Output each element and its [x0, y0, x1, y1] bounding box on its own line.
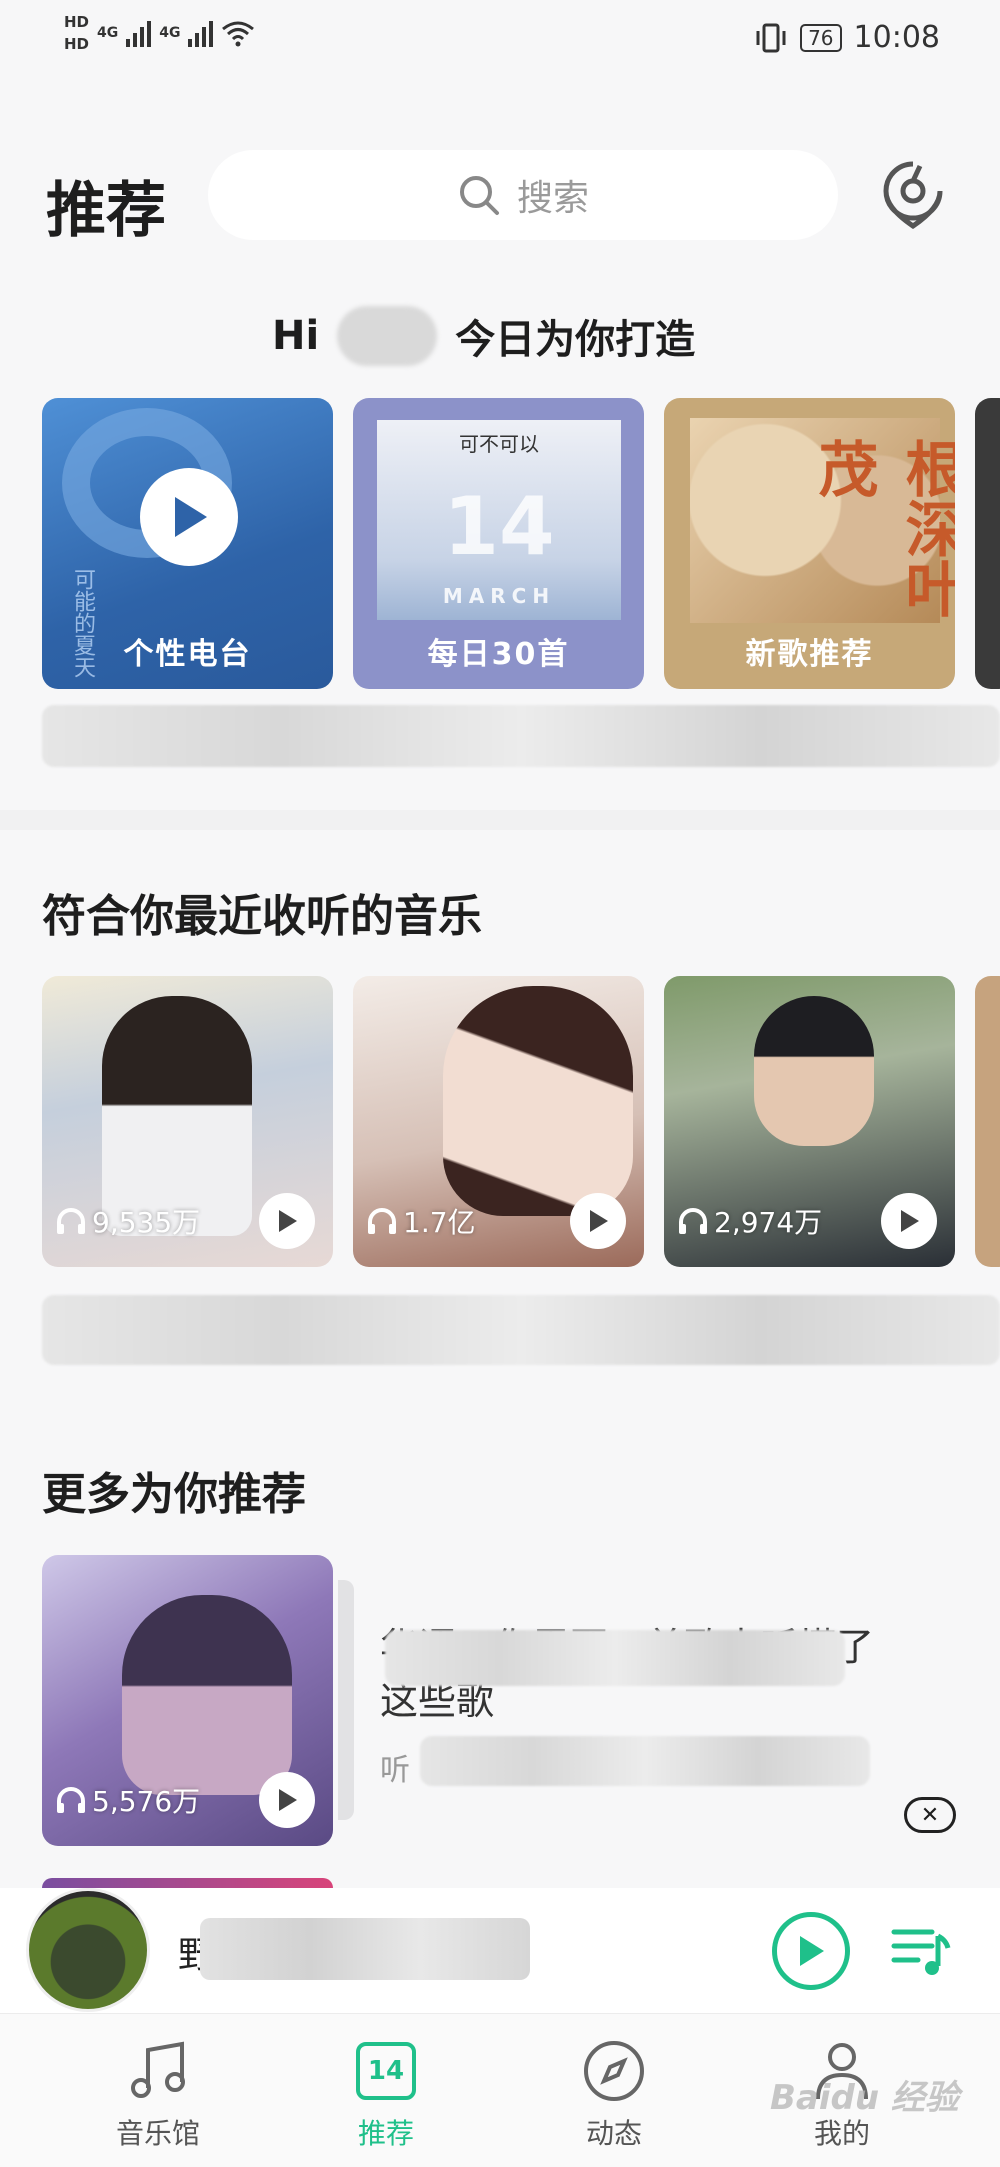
play-icon[interactable]	[140, 468, 238, 566]
card-daily-30[interactable]: 可不可以 14 MARCH 每日30首	[353, 398, 644, 689]
blurred-caption	[42, 705, 1000, 767]
headphones-icon	[57, 1208, 85, 1234]
recognize-music-icon[interactable]	[880, 158, 946, 230]
daily-cover-art: 可不可以 14 MARCH	[377, 420, 621, 620]
play-icon[interactable]	[570, 1193, 626, 1249]
greeting-prefix: Hi	[272, 313, 320, 359]
daily-cards: 可能的夏天 个性电台 可不可以 14 MARCH 每日30首 根深叶茂 新歌推荐	[42, 398, 1000, 689]
play-icon[interactable]	[259, 1772, 315, 1828]
blurred-song-name	[200, 1918, 530, 1980]
blurred-username	[337, 306, 438, 366]
card-new-songs[interactable]: 根深叶茂 新歌推荐	[664, 398, 955, 689]
cover-art	[443, 986, 633, 1216]
section-divider	[0, 810, 1000, 830]
card-peek[interactable]	[975, 398, 1000, 689]
play-count: 9,535万	[56, 1201, 200, 1241]
new-songs-cover-art: 根深叶茂	[690, 418, 955, 623]
mini-player[interactable]: 野 音	[0, 1888, 1000, 2013]
play-count: 5,576万	[56, 1780, 200, 1820]
play-count-value: 1.7亿	[403, 1206, 476, 1239]
greeting-suffix: 今日为你打造	[455, 317, 696, 363]
headphones-icon	[368, 1208, 396, 1234]
tab-label: 音乐馆	[115, 2117, 200, 2150]
calendar-icon: 14	[356, 2042, 416, 2100]
battery-level: 76	[800, 23, 842, 52]
cover-art	[102, 996, 252, 1236]
play-count-value: 5,576万	[92, 1785, 201, 1818]
status-bar: HD HD 4G 4G 76 10:08	[0, 0, 1000, 80]
tab-music-hall[interactable]: 音乐馆	[78, 2036, 238, 2152]
hd-label-2: HD	[64, 35, 90, 53]
cover-art	[754, 996, 874, 1146]
blurred-subtitle	[420, 1736, 870, 1786]
greeting: Hi 今日为你打造	[272, 306, 695, 366]
tab-recommend[interactable]: 14 推荐	[306, 2036, 466, 2152]
hd-label-1: HD	[64, 13, 90, 31]
recommend-cover[interactable]: 5,576万	[42, 1555, 333, 1846]
now-playing-cover[interactable]	[26, 1888, 150, 2012]
time: 10:08	[853, 20, 940, 55]
section-title-more: 更多为你推荐	[42, 1469, 306, 1520]
play-count: 1.7亿	[367, 1201, 476, 1241]
signal-icon-2	[188, 19, 214, 47]
play-icon	[800, 1936, 824, 1966]
new-songs-art-text: 根深叶茂	[808, 438, 955, 618]
network-label-2: 4G	[159, 25, 181, 41]
cover-art	[122, 1595, 292, 1795]
playlist-card[interactable]: 9,535万	[42, 976, 333, 1267]
playlist-card[interactable]: 1.7亿	[353, 976, 644, 1267]
play-button[interactable]	[772, 1912, 850, 1990]
next-cover-peek[interactable]	[42, 1878, 333, 1888]
status-left: HD HD 4G 4G	[64, 14, 255, 52]
playlist-icon[interactable]	[888, 1918, 952, 1982]
tab-activity[interactable]: 动态	[534, 2036, 694, 2152]
headphones-icon	[679, 1208, 707, 1234]
search-icon	[459, 176, 499, 215]
recommend-subtitle: 听	[380, 1753, 410, 1788]
watermark: Baidu 经验	[770, 2078, 959, 2118]
signal-icon	[126, 19, 152, 47]
tab-label: 动态	[585, 2117, 642, 2150]
card-peek[interactable]	[975, 976, 1000, 1267]
close-icon[interactable]: ✕	[904, 1797, 956, 1833]
tab-label: 推荐	[357, 2117, 414, 2150]
card-personal-radio[interactable]: 可能的夏天 个性电台	[42, 398, 333, 689]
daily-cover-number: 14	[443, 480, 555, 573]
network-label-1: 4G	[97, 25, 119, 41]
music-note-icon	[131, 2041, 185, 2098]
search-placeholder: 搜索	[516, 178, 589, 219]
headphones-icon	[57, 1787, 85, 1813]
hd-indicators: HD HD	[64, 14, 89, 52]
recent-cards: 9,535万 1.7亿 2,974万	[42, 976, 1000, 1267]
play-count-value: 9,535万	[92, 1206, 201, 1239]
blurred-caption	[42, 1295, 1000, 1365]
playlist-card[interactable]: 2,974万	[664, 976, 955, 1267]
blurred-title	[385, 1630, 845, 1686]
daily-cover-word: MARCH	[442, 584, 556, 608]
status-right: 76 10:08	[754, 20, 940, 55]
play-icon[interactable]	[881, 1193, 937, 1249]
section-title-recent: 符合你最近收听的音乐	[42, 891, 482, 942]
play-icon[interactable]	[259, 1193, 315, 1249]
card-label: 个性电台	[123, 637, 252, 672]
daily-cover-title: 可不可以	[459, 432, 539, 456]
page-title: 推荐	[46, 176, 166, 246]
play-count-value: 2,974万	[714, 1206, 823, 1239]
vibrate-icon	[756, 23, 786, 52]
wifi-icon	[222, 21, 255, 47]
cover-stack-shadow	[338, 1580, 354, 1820]
play-count: 2,974万	[678, 1201, 822, 1241]
compass-icon	[584, 2041, 644, 2101]
search-input[interactable]: 搜索	[208, 150, 838, 240]
card-label: 每日30首	[427, 637, 570, 672]
header: 推荐 搜索	[0, 140, 1000, 250]
card-label: 新歌推荐	[745, 637, 874, 672]
